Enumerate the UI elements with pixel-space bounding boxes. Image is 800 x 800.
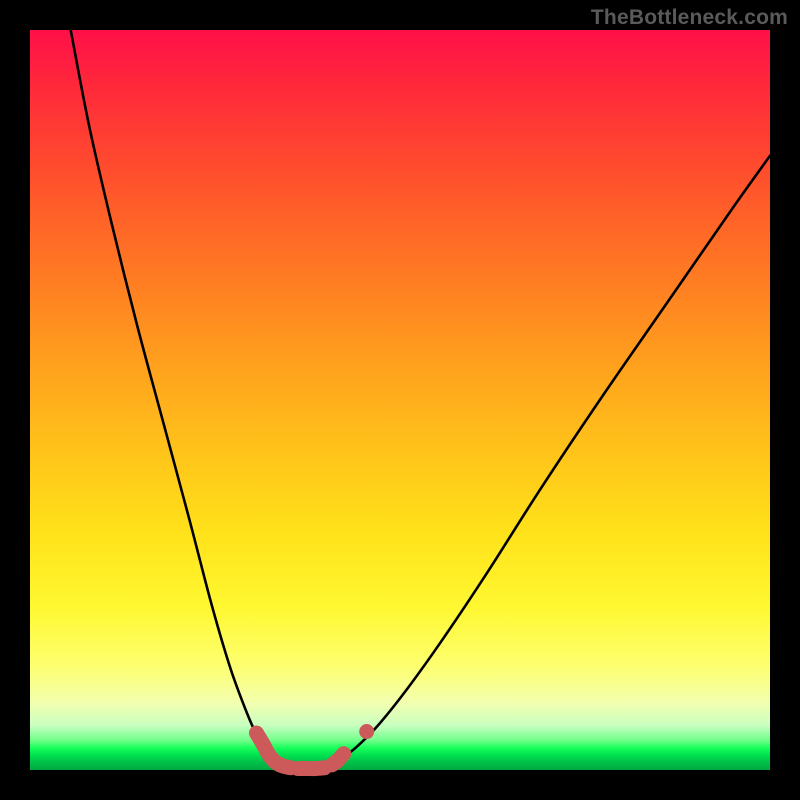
- detached-right-marker: [359, 724, 374, 739]
- chart-frame: TheBottleneck.com: [0, 0, 800, 800]
- plot-area: [30, 30, 770, 770]
- watermark-text: TheBottleneck.com: [591, 6, 788, 30]
- right-marker-cluster: [332, 754, 344, 765]
- floor-marker-cluster: [298, 768, 325, 769]
- chart-svg: [30, 30, 770, 770]
- left-marker-cluster: [256, 733, 290, 768]
- bottleneck-curve: [71, 30, 770, 768]
